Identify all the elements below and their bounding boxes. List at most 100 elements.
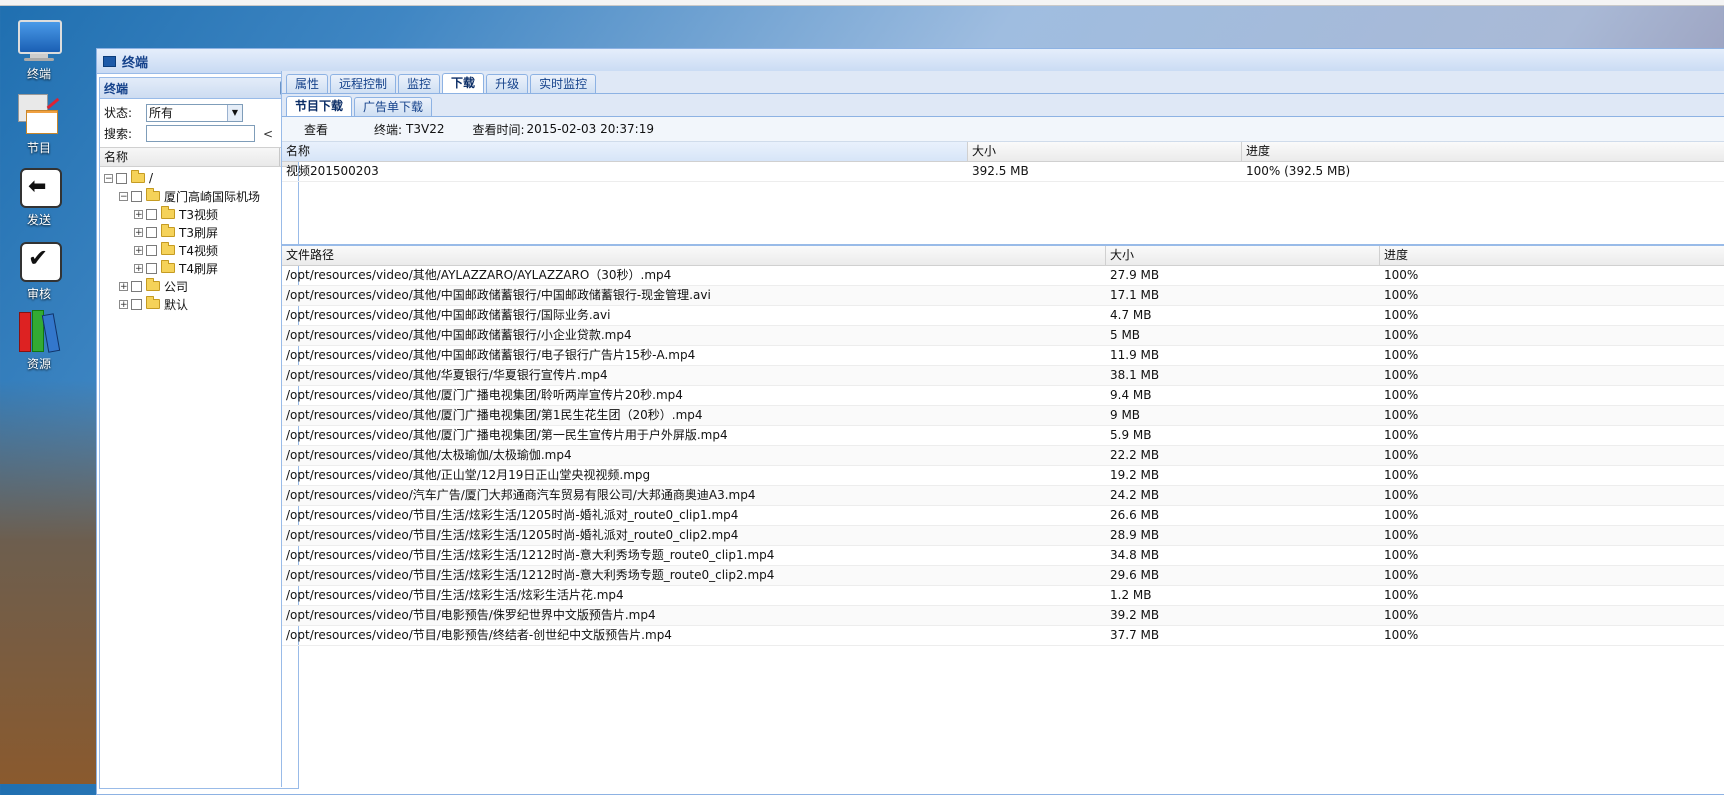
cell-size: 5.9 MB — [1110, 428, 1152, 442]
cell-path: /opt/resources/video/节目/生活/炫彩生活/1212时尚-意… — [286, 568, 775, 582]
tree-node-airport[interactable]: − 厦门高崎国际机场 — [100, 187, 298, 205]
table-row[interactable]: /opt/resources/video/节目/生活/炫彩生活/炫彩生活片花.m… — [282, 586, 1724, 606]
prev-button[interactable]: < — [259, 127, 277, 141]
tree-node-t4-video[interactable]: + T4视频 — [100, 241, 298, 259]
column-header-name[interactable]: 名称 — [282, 142, 968, 161]
cell-size: 9.4 MB — [1110, 388, 1152, 402]
tree-node-company[interactable]: + 公司 — [100, 277, 298, 295]
cell-progress: 100% — [1384, 528, 1419, 542]
cell-progress: 100% — [1384, 588, 1419, 602]
table-row[interactable]: /opt/resources/video/节目/生活/炫彩生活/1205时尚-婚… — [282, 526, 1724, 546]
desktop-icon-program[interactable]: 节目 — [14, 92, 64, 156]
expand-icon[interactable]: + — [134, 263, 143, 273]
table-row[interactable]: /opt/resources/video/其他/中国邮政储蓄银行/国际业务.av… — [282, 306, 1724, 326]
desktop-icon-review[interactable]: ✔ 审核 — [14, 238, 64, 302]
tree-node-label: T3刷屏 — [179, 225, 218, 240]
tree-checkbox[interactable] — [146, 226, 157, 238]
tree-checkbox[interactable] — [146, 262, 157, 274]
table-row[interactable]: /opt/resources/video/其他/厦门广播电视集团/第一民生宣传片… — [282, 426, 1724, 446]
cell-progress: 100% — [1384, 408, 1419, 422]
terminal-tree: − / − 厦门高崎国际机场 + T3视频 + T3刷屏 + T4视频 + T4… — [100, 167, 298, 313]
table-row[interactable]: /opt/resources/video/其他/AYLAZZARO/AYLAZZ… — [282, 266, 1724, 286]
column-header-progress[interactable]: 进度 — [1380, 246, 1724, 265]
cell-path: /opt/resources/video/节目/生活/炫彩生活/1212时尚-意… — [286, 548, 775, 562]
search-row: 搜索: < > — [100, 123, 298, 144]
tree-checkbox[interactable] — [131, 190, 142, 202]
table-row[interactable]: /opt/resources/video/节目/电影预告/终结者-创世纪中文版预… — [282, 626, 1724, 646]
cell-progress: 100% — [1384, 468, 1419, 482]
cell-progress: 100% — [1384, 368, 1419, 382]
collapse-icon[interactable]: − — [104, 173, 113, 183]
folder-icon — [161, 260, 175, 273]
cell-size: 26.6 MB — [1110, 508, 1160, 522]
tree-checkbox[interactable] — [131, 298, 142, 310]
tree-node-t3-video[interactable]: + T3视频 — [100, 205, 298, 223]
desktop-icon-send[interactable]: ⬅ 发送 — [14, 164, 64, 228]
tab-remote-control[interactable]: 远程控制 — [330, 74, 397, 93]
tree-node-label: T3视频 — [179, 207, 218, 222]
tree-node-root[interactable]: − / — [100, 169, 298, 187]
tab-program-download[interactable]: 节目下载 — [286, 96, 353, 116]
column-header-path[interactable]: 文件路径 — [282, 246, 1106, 265]
table-row[interactable]: /opt/resources/video/汽车广告/厦门大邦通商汽车贸易有限公司… — [282, 486, 1724, 506]
tree-checkbox[interactable] — [146, 244, 157, 256]
cell-size: 37.7 MB — [1110, 628, 1160, 642]
tree-checkbox[interactable] — [131, 280, 142, 292]
expand-icon[interactable]: + — [134, 227, 143, 237]
table-row[interactable]: /opt/resources/video/节目/生活/炫彩生活/1212时尚-意… — [282, 566, 1724, 586]
cell-size: 27.9 MB — [1110, 268, 1160, 282]
tab-monitor[interactable]: 监控 — [398, 74, 441, 93]
desktop-icon-resources[interactable]: 资源 — [14, 308, 64, 372]
cell-progress: 100% — [1384, 488, 1419, 502]
folder-icon — [146, 278, 160, 291]
search-input[interactable] — [146, 125, 255, 142]
table-row[interactable]: /opt/resources/video/其他/中国邮政储蓄银行/中国邮政储蓄银… — [282, 286, 1724, 306]
table-row[interactable]: 视频201500203 392.5 MB 100% (392.5 MB) — [282, 162, 1724, 182]
column-header-size[interactable]: 大小 — [1106, 246, 1380, 265]
expand-icon[interactable]: + — [119, 281, 128, 291]
tab-upgrade[interactable]: 升级 — [486, 74, 529, 93]
cell-progress: 100% — [1384, 628, 1419, 642]
table-row[interactable]: /opt/resources/video/节目/生活/炫彩生活/1205时尚-婚… — [282, 506, 1724, 526]
panel-title: 终端 — [104, 81, 129, 96]
detail-panel: 属性 远程控制 监控 下载 升级 实时监控 节目下载 广告单下载 查看 终端: … — [281, 71, 1724, 787]
tab-properties[interactable]: 属性 — [286, 74, 329, 93]
tree-node-t4-flush[interactable]: + T4刷屏 — [100, 259, 298, 277]
chevron-down-icon[interactable]: ▼ — [227, 104, 242, 121]
status-select[interactable]: 所有 ▼ — [146, 103, 243, 122]
expand-icon[interactable]: + — [134, 209, 143, 219]
tab-ad-list-download[interactable]: 广告单下载 — [354, 97, 433, 116]
tree-node-default[interactable]: + 默认 — [100, 295, 298, 313]
desktop-icon-terminal[interactable]: 终端 — [14, 18, 64, 82]
cell-path: /opt/resources/video/节目/电影预告/侏罗纪世界中文版预告片… — [286, 608, 656, 622]
table-row[interactable]: /opt/resources/video/其他/华夏银行/华夏银行宣传片.mp4… — [282, 366, 1724, 386]
view-button[interactable]: 查看 — [304, 121, 374, 138]
desktop-icon-label: 节目 — [26, 141, 51, 155]
collapse-icon[interactable]: − — [119, 191, 128, 201]
table-row[interactable]: /opt/resources/video/其他/厦门广播电视集团/第1民生花生团… — [282, 406, 1724, 426]
tree-checkbox[interactable] — [116, 172, 127, 184]
tab-realtime-monitor[interactable]: 实时监控 — [530, 74, 597, 93]
column-header-progress[interactable]: 进度 — [1242, 142, 1724, 161]
table-row[interactable]: /opt/resources/video/其他/正山堂/12月19日正山堂央视视… — [282, 466, 1724, 486]
column-header-size[interactable]: 大小 — [968, 142, 1242, 161]
cell-path: /opt/resources/video/其他/厦门广播电视集团/聆听两岸宣传片… — [286, 388, 683, 402]
expand-icon[interactable]: + — [134, 245, 143, 255]
tree-node-label: / — [149, 171, 154, 185]
table-row[interactable]: /opt/resources/video/其他/中国邮政储蓄银行/电子银行广告片… — [282, 346, 1724, 366]
expand-icon[interactable]: + — [119, 299, 128, 309]
cell-path: /opt/resources/video/其他/AYLAZZARO/AYLAZZ… — [286, 268, 672, 282]
table-row[interactable]: /opt/resources/video/其他/中国邮政储蓄银行/小企业贷款.m… — [282, 326, 1724, 346]
cell-path: /opt/resources/video/节目/生活/炫彩生活/1205时尚-婚… — [286, 528, 739, 542]
tree-checkbox[interactable] — [146, 208, 157, 220]
table-row[interactable]: /opt/resources/video/其他/太极瑜伽/太极瑜伽.mp4 22.… — [282, 446, 1724, 466]
table-row[interactable]: /opt/resources/video/节目/电影预告/侏罗纪世界中文版预告片… — [282, 606, 1724, 626]
tree-node-t3-flush[interactable]: + T3刷屏 — [100, 223, 298, 241]
tree-column-header: 名称 — [100, 147, 298, 167]
terminal-label: 终端: — [374, 122, 403, 137]
table-row[interactable]: /opt/resources/video/节目/生活/炫彩生活/1212时尚-意… — [282, 546, 1724, 566]
desktop-icon-label: 资源 — [26, 357, 51, 371]
desktop-icon-label: 审核 — [26, 287, 51, 301]
table-row[interactable]: /opt/resources/video/其他/厦门广播电视集团/聆听两岸宣传片… — [282, 386, 1724, 406]
tab-download[interactable]: 下载 — [442, 73, 485, 93]
